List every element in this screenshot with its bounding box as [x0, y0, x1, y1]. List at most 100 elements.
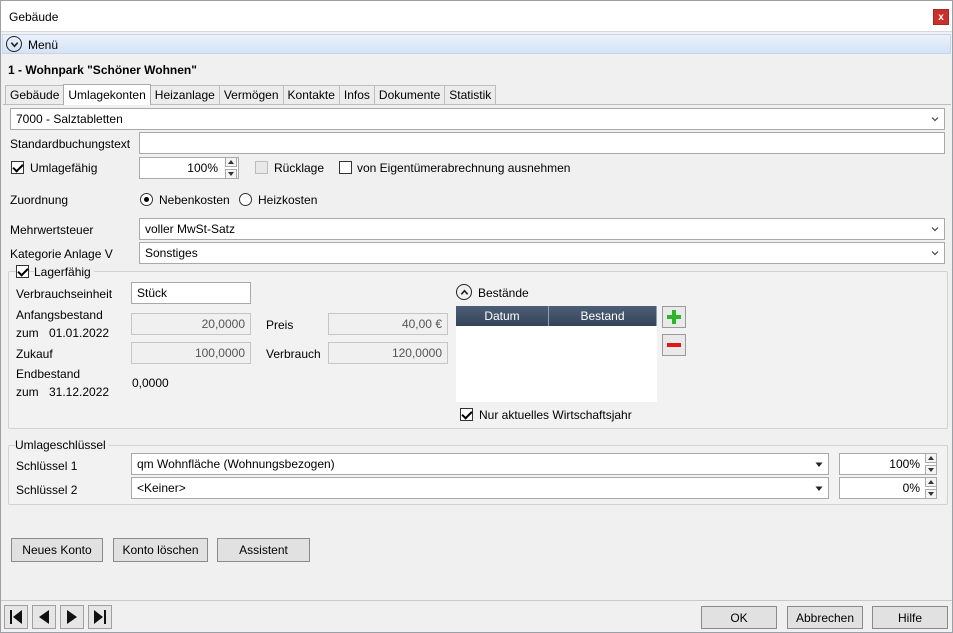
previous-record-icon[interactable] — [32, 605, 56, 629]
tab-heizanlage[interactable]: Heizanlage — [149, 85, 220, 104]
schluessel1-percent-input[interactable]: 100% — [839, 453, 937, 475]
plus-icon — [667, 310, 681, 324]
verbrauchseinheit-input[interactable]: Stück — [131, 282, 251, 304]
schluessel2-stepper[interactable] — [925, 477, 937, 499]
bestaende-grid-header: Datum Bestand — [456, 306, 657, 326]
radio-heizkosten[interactable] — [239, 193, 252, 206]
zukauf-label: Zukauf — [16, 347, 53, 361]
tab-kontakte[interactable]: Kontakte — [282, 85, 340, 104]
next-record-icon[interactable] — [60, 605, 84, 629]
new-account-button[interactable]: Neues Konto — [11, 538, 103, 562]
tab-infos[interactable]: Infos — [338, 85, 375, 104]
lagerfaehig-label: Lagerfähig — [34, 265, 94, 279]
verbrauch-label: Verbrauch — [266, 347, 321, 361]
last-record-icon[interactable] — [88, 605, 112, 629]
zuordnung-label: Zuordnung — [10, 193, 69, 207]
konto-select[interactable]: 7000 - Salztabletten — [10, 108, 945, 130]
column-datum[interactable]: Datum — [456, 306, 549, 326]
ok-button[interactable]: OK — [701, 606, 777, 629]
schluessel2-select[interactable]: <Keiner> — [131, 477, 829, 499]
endbestand-date: 31.12.2022 — [49, 385, 110, 399]
standardbuchungstext-label: Standardbuchungstext — [10, 137, 131, 151]
mehrwertsteuer-select[interactable]: voller MwSt-Satz — [139, 218, 945, 240]
spin-up-icon[interactable] — [225, 157, 237, 167]
standardbuchungstext-input[interactable] — [139, 132, 945, 154]
kategorie-label: Kategorie Anlage V — [10, 247, 113, 261]
tab-vermoegen[interactable]: Vermögen — [218, 85, 284, 104]
close-button[interactable]: x — [933, 9, 949, 25]
chevron-down-icon — [930, 224, 940, 234]
nur-aktuell-label: Nur aktuelles Wirtschaftsjahr — [479, 408, 632, 422]
schluessel1-stepper[interactable] — [925, 453, 937, 475]
caret-down-icon — [814, 484, 824, 494]
help-button[interactable]: Hilfe — [872, 606, 948, 629]
column-bestand[interactable]: Bestand — [549, 306, 657, 326]
tab-dokumente[interactable]: Dokumente — [373, 85, 446, 104]
verbrauch-input: 120,0000 — [328, 342, 448, 364]
title-bar: Gebäude x — [1, 1, 952, 32]
add-bestand-button[interactable] — [662, 306, 686, 328]
caret-down-icon — [814, 460, 824, 470]
spin-down-icon[interactable] — [925, 465, 937, 475]
page-title: 1 - Wohnpark "Schöner Wohnen" — [8, 63, 197, 77]
tab-umlagekonten[interactable]: Umlagekonten — [63, 84, 151, 105]
konto-select-value: 7000 - Salztabletten — [16, 112, 123, 126]
first-record-icon[interactable] — [4, 605, 28, 629]
anfangsbestand-date: 01.01.2022 — [49, 326, 110, 340]
bestaende-grid[interactable]: Datum Bestand — [456, 306, 657, 402]
endbestand-label: Endbestand — [16, 367, 81, 381]
tab-gebaeude[interactable]: Gebäude — [5, 85, 65, 104]
eigentuemer-checkbox[interactable] — [339, 161, 352, 174]
chevron-up-icon[interactable] — [456, 284, 472, 300]
anfangsbestand-input: 20,0000 — [131, 313, 251, 335]
preis-label: Preis — [266, 318, 294, 332]
cancel-button[interactable]: Abbrechen — [787, 606, 863, 629]
radio-heizkosten-label: Heizkosten — [258, 193, 318, 207]
bestaende-label: Bestände — [478, 286, 529, 300]
schluessel2-value: <Keiner> — [137, 481, 186, 495]
assistant-button[interactable]: Assistent — [217, 538, 310, 562]
schluessel1-value: qm Wohnfläche (Wohnungsbezogen) — [137, 457, 335, 471]
chevron-down-icon — [930, 114, 940, 124]
tab-bar: Gebäude Umlagekonten Heizanlage Vermögen… — [5, 84, 497, 105]
footer-bar: OK Abbrechen Hilfe — [1, 600, 952, 632]
preis-input: 40,00 € — [328, 313, 448, 335]
endbestand-zum-label: zum — [16, 385, 39, 399]
tab-statistik[interactable]: Statistik — [444, 85, 497, 104]
spin-up-icon[interactable] — [925, 453, 937, 463]
schluessel1-select[interactable]: qm Wohnfläche (Wohnungsbezogen) — [131, 453, 829, 475]
ruecklage-checkbox[interactable] — [255, 161, 268, 174]
verbrauchseinheit-label: Verbrauchseinheit — [16, 287, 113, 301]
lagerfaehig-checkbox[interactable] — [16, 265, 29, 278]
spin-down-icon[interactable] — [225, 169, 237, 179]
umlagefaehig-checkbox[interactable] — [11, 161, 24, 174]
radio-nebenkosten-label: Nebenkosten — [159, 193, 230, 207]
dialog-window: Gebäude x Menü 1 - Wohnpark "Schöner Woh… — [0, 0, 953, 633]
kategorie-value: Sonstiges — [145, 246, 198, 260]
delete-account-button[interactable]: Konto löschen — [113, 538, 208, 562]
anfangsbestand-zum-label: zum — [16, 326, 39, 340]
chevron-down-icon — [930, 248, 940, 258]
radio-nebenkosten[interactable] — [140, 193, 153, 206]
umlageschluessel-label: Umlageschlüssel — [15, 438, 109, 452]
schluessel2-label: Schlüssel 2 — [16, 483, 78, 497]
umlagefaehig-stepper[interactable] — [225, 157, 237, 179]
chevron-down-icon[interactable] — [6, 36, 22, 52]
zukauf-input: 100,0000 — [131, 342, 251, 364]
ruecklage-label: Rücklage — [274, 161, 325, 175]
mehrwertsteuer-value: voller MwSt-Satz — [145, 222, 236, 236]
spin-down-icon[interactable] — [925, 489, 937, 499]
mehrwertsteuer-label: Mehrwertsteuer — [10, 223, 94, 237]
umlagefaehig-label: Umlagefähig — [30, 161, 98, 175]
eigentuemer-label: von Eigentümerabrechnung ausnehmen — [357, 161, 571, 175]
schluessel2-percent-input[interactable]: 0% — [839, 477, 937, 499]
menu-bar[interactable]: Menü — [2, 34, 951, 54]
spin-up-icon[interactable] — [925, 477, 937, 487]
endbestand-value: 0,0000 — [132, 376, 169, 390]
umlagefaehig-percent-input[interactable]: 100% — [139, 157, 239, 179]
nur-aktuell-checkbox[interactable] — [460, 408, 473, 421]
kategorie-select[interactable]: Sonstiges — [139, 242, 945, 264]
remove-bestand-button[interactable] — [662, 334, 686, 356]
menu-label[interactable]: Menü — [28, 38, 58, 52]
anfangsbestand-label: Anfangsbestand — [16, 308, 103, 322]
